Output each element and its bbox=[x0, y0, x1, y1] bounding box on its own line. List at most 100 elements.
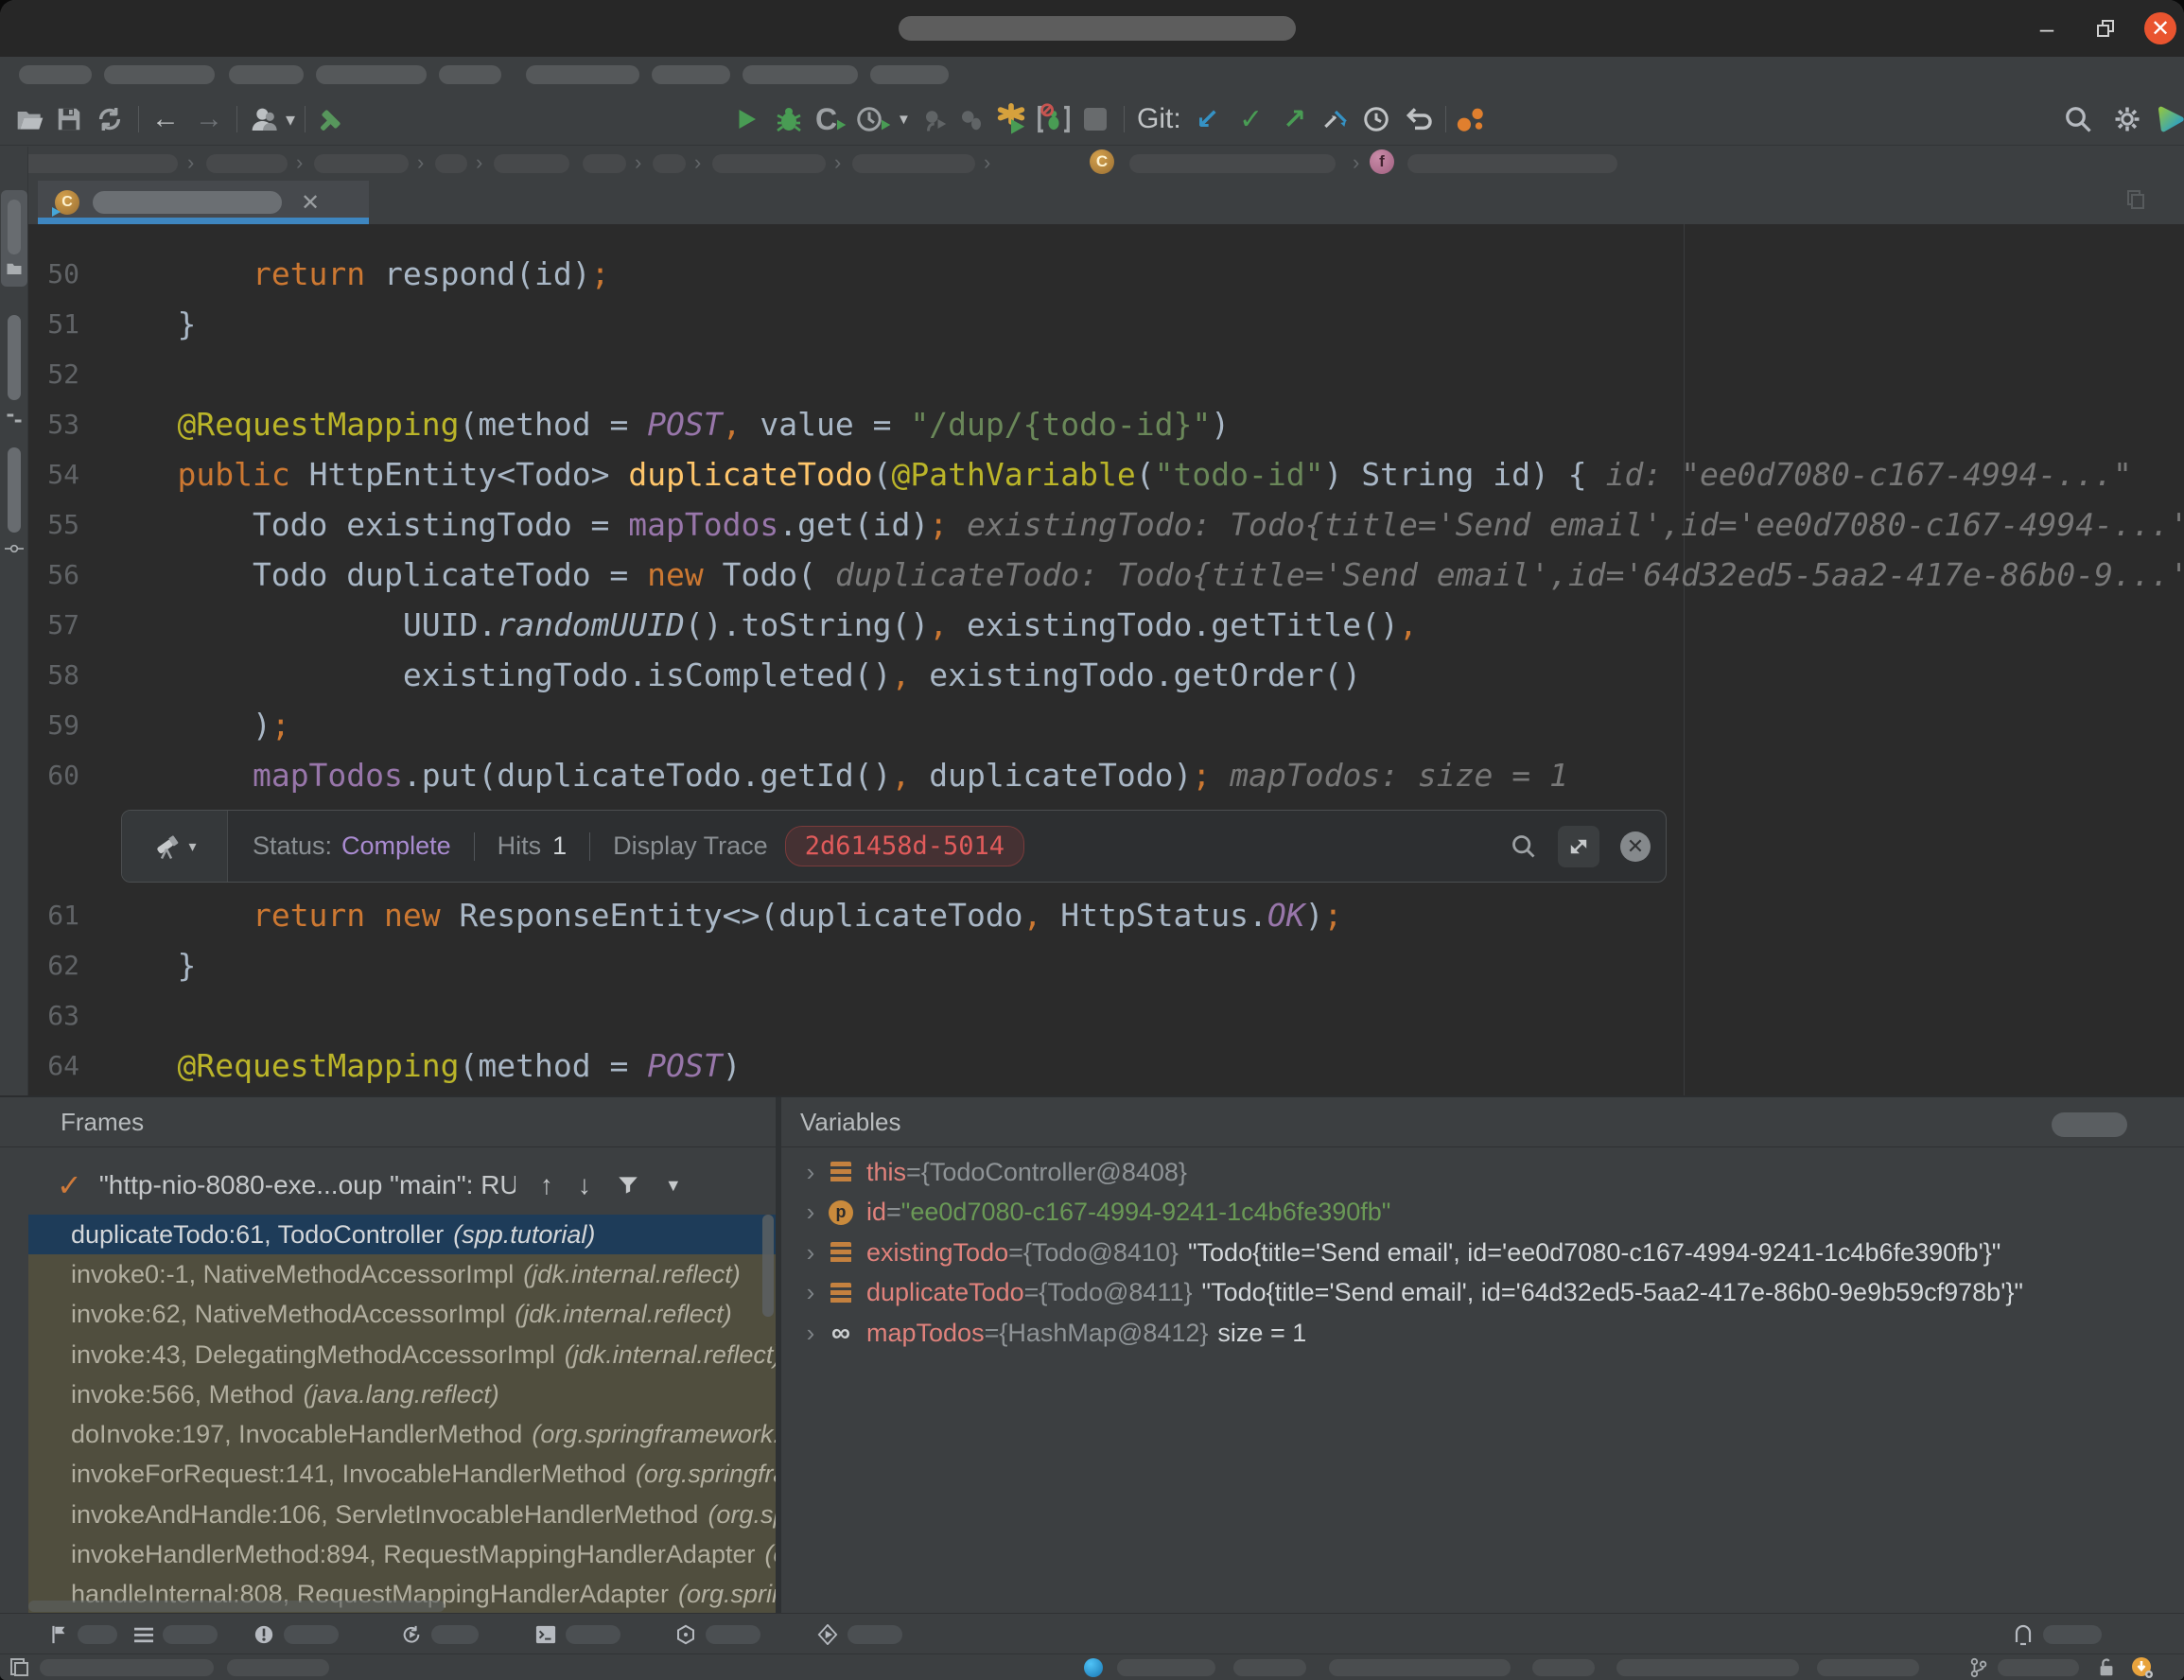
tab-close-icon[interactable]: ✕ bbox=[301, 189, 320, 217]
filter-icon[interactable] bbox=[616, 1170, 640, 1200]
run-button[interactable] bbox=[732, 93, 760, 146]
variable-row[interactable]: ›existingTodo = {Todo@8410}"Todo{title='… bbox=[781, 1233, 2184, 1273]
menu-item-redacted[interactable] bbox=[526, 65, 639, 84]
frame-row[interactable]: invokeForRequest:141, InvocableHandlerMe… bbox=[28, 1455, 776, 1495]
variable-row[interactable]: ›pid = "ee0d7080-c167-4994-9241-1c4b6fe3… bbox=[781, 1193, 2184, 1234]
menu-item-redacted[interactable] bbox=[229, 65, 304, 84]
branch-name-redacted[interactable] bbox=[1998, 1659, 2079, 1676]
git-rollback-button[interactable] bbox=[1404, 93, 1434, 146]
git-cherry-pick-button[interactable] bbox=[1320, 93, 1351, 146]
breadcrumb-item-redacted[interactable] bbox=[435, 154, 467, 173]
next-frame-icon[interactable]: ↓ bbox=[578, 1170, 591, 1200]
expand-button[interactable] bbox=[1558, 826, 1599, 867]
toolwin-terminal-button[interactable] bbox=[535, 1614, 620, 1654]
code-with-me-button[interactable] bbox=[1455, 93, 1487, 146]
debug-button[interactable] bbox=[774, 93, 804, 146]
frame-row[interactable]: invoke:62, NativeMethodAccessorImpl(jdk.… bbox=[28, 1295, 776, 1335]
toolwin-problems-button[interactable] bbox=[253, 1614, 339, 1654]
toolwin-run-button[interactable] bbox=[817, 1614, 902, 1654]
menu-item-redacted[interactable] bbox=[439, 65, 501, 84]
lock-icon[interactable] bbox=[2098, 1657, 2115, 1678]
maximize-button[interactable] bbox=[2088, 11, 2123, 45]
build-button[interactable] bbox=[316, 93, 346, 146]
frame-row[interactable]: invokeAndHandle:106, ServletInvocableHan… bbox=[28, 1495, 776, 1534]
frames-vertical-scrollbar[interactable] bbox=[762, 1215, 774, 1317]
search-everywhere-button[interactable] bbox=[2064, 93, 2092, 146]
editor-tab[interactable]: C ✕ bbox=[38, 181, 369, 224]
variable-row[interactable]: ›this = {TodoController@8408} bbox=[781, 1152, 2184, 1193]
chevron-down-icon[interactable]: ▼ bbox=[665, 1176, 682, 1196]
variable-row[interactable]: ›∞mapTodos = {HashMap@8412}size = 1 bbox=[781, 1313, 2184, 1354]
menu-item-redacted[interactable] bbox=[316, 65, 427, 84]
close-button[interactable]: ✕ bbox=[2143, 11, 2177, 45]
frame-row[interactable]: doInvoke:197, InvocableHandlerMethod(org… bbox=[28, 1414, 776, 1454]
stripe-item-commit[interactable] bbox=[8, 447, 21, 533]
status-item-redacted[interactable] bbox=[1117, 1659, 1215, 1676]
breadcrumb-item-redacted[interactable] bbox=[11, 154, 178, 173]
frame-row[interactable]: invoke:43, DelegatingMethodAccessorImpl(… bbox=[28, 1335, 776, 1374]
breadcrumb-item-redacted[interactable] bbox=[314, 154, 409, 173]
back-button[interactable]: ← bbox=[151, 93, 180, 146]
settings-button[interactable] bbox=[2113, 93, 2141, 146]
menu-item-redacted[interactable] bbox=[870, 65, 949, 84]
git-push-button[interactable]: ↗ bbox=[1283, 93, 1306, 146]
tool-windows-icon[interactable] bbox=[9, 1657, 30, 1678]
breadcrumb-item-redacted[interactable] bbox=[712, 154, 826, 173]
status-item-redacted[interactable] bbox=[1532, 1659, 1595, 1676]
frame-row[interactable]: invoke0:-1, NativeMethodAccessorImpl(jdk… bbox=[28, 1254, 776, 1294]
breadcrumb-class-redacted[interactable] bbox=[1129, 154, 1336, 173]
live-plugin-button[interactable] bbox=[995, 93, 1027, 146]
toolwin-notifications-button[interactable] bbox=[2013, 1614, 2102, 1654]
menu-item-redacted[interactable] bbox=[104, 65, 215, 84]
open-button[interactable] bbox=[15, 93, 45, 146]
status-item-redacted[interactable] bbox=[1329, 1659, 1511, 1676]
frames-horizontal-scrollbar[interactable] bbox=[28, 1601, 445, 1612]
git-branch-icon[interactable] bbox=[1969, 1657, 1988, 1678]
toolwin-endpoints-button[interactable] bbox=[675, 1614, 760, 1654]
profile-selector-button[interactable]: ▾ bbox=[250, 93, 295, 146]
expand-chevron-icon[interactable]: › bbox=[795, 1278, 827, 1307]
menu-bar[interactable] bbox=[0, 57, 2184, 93]
breakpoint-type-selector[interactable]: ▾ bbox=[122, 811, 228, 882]
profiler-button[interactable]: ▼ bbox=[855, 93, 911, 146]
menu-item-redacted[interactable] bbox=[652, 65, 730, 84]
breadcrumb-item-redacted[interactable] bbox=[494, 154, 569, 173]
run-with-coverage-button[interactable]: C bbox=[815, 93, 848, 146]
save-button[interactable] bbox=[55, 93, 83, 146]
titlebar[interactable]: – ✕ bbox=[0, 0, 2184, 57]
frames-list[interactable]: duplicateTodo:61, TodoController(spp.tut… bbox=[28, 1215, 776, 1615]
expand-chevron-icon[interactable]: › bbox=[795, 1238, 827, 1268]
update-available-icon[interactable] bbox=[2130, 1655, 2155, 1680]
breadcrumb-item-redacted[interactable] bbox=[206, 154, 288, 173]
frame-row[interactable]: duplicateTodo:61, TodoController(spp.tut… bbox=[28, 1215, 776, 1254]
attach-to-process-button[interactable] bbox=[1037, 93, 1071, 146]
attach-debugger-button[interactable] bbox=[957, 93, 986, 146]
git-commit-button[interactable]: ✓ bbox=[1239, 93, 1263, 146]
ide-feature-button[interactable] bbox=[2155, 93, 2184, 146]
code-editor[interactable]: 50 return respond(id);51 }5253 @RequestM… bbox=[28, 224, 2184, 1095]
status-item-redacted[interactable] bbox=[1233, 1659, 1306, 1676]
expand-chevron-icon[interactable]: › bbox=[795, 1158, 827, 1187]
trace-id-badge[interactable]: 2d61458d-5014 bbox=[785, 826, 1024, 866]
expand-chevron-icon[interactable]: › bbox=[795, 1198, 827, 1227]
frame-row[interactable]: invoke:566, Method(java.lang.reflect) bbox=[28, 1374, 776, 1414]
breadcrumb-item-redacted[interactable] bbox=[852, 154, 975, 173]
prev-frame-icon[interactable]: ↑ bbox=[540, 1170, 553, 1200]
variables-list[interactable]: ›this = {TodoController@8408}›pid = "ee0… bbox=[781, 1152, 2184, 1615]
attach-profiler-button[interactable] bbox=[921, 93, 950, 146]
sync-button[interactable] bbox=[95, 93, 125, 146]
forward-button[interactable]: → bbox=[195, 93, 223, 146]
close-panel-icon[interactable]: ✕ bbox=[1620, 831, 1651, 862]
git-update-button[interactable]: ↙ bbox=[1196, 93, 1219, 146]
stop-button[interactable] bbox=[1084, 93, 1107, 146]
thread-selector[interactable]: ✓ "http-nio-8080-exe...oup "main": RUNNI… bbox=[28, 1156, 776, 1215]
breadcrumb-method-redacted[interactable] bbox=[1407, 154, 1617, 173]
breadcrumb-item-redacted[interactable] bbox=[653, 154, 686, 173]
editor-corner-icon[interactable] bbox=[2126, 189, 2145, 210]
variable-row[interactable]: ›duplicateTodo = {Todo@8411}"Todo{title=… bbox=[781, 1273, 2184, 1314]
minimize-button[interactable]: – bbox=[2030, 11, 2064, 45]
status-item-redacted[interactable] bbox=[1616, 1659, 1799, 1676]
menu-item-redacted[interactable] bbox=[19, 65, 92, 84]
toolwin-bookmarks-button[interactable] bbox=[49, 1614, 117, 1654]
stripe-item-structure[interactable] bbox=[8, 315, 21, 400]
